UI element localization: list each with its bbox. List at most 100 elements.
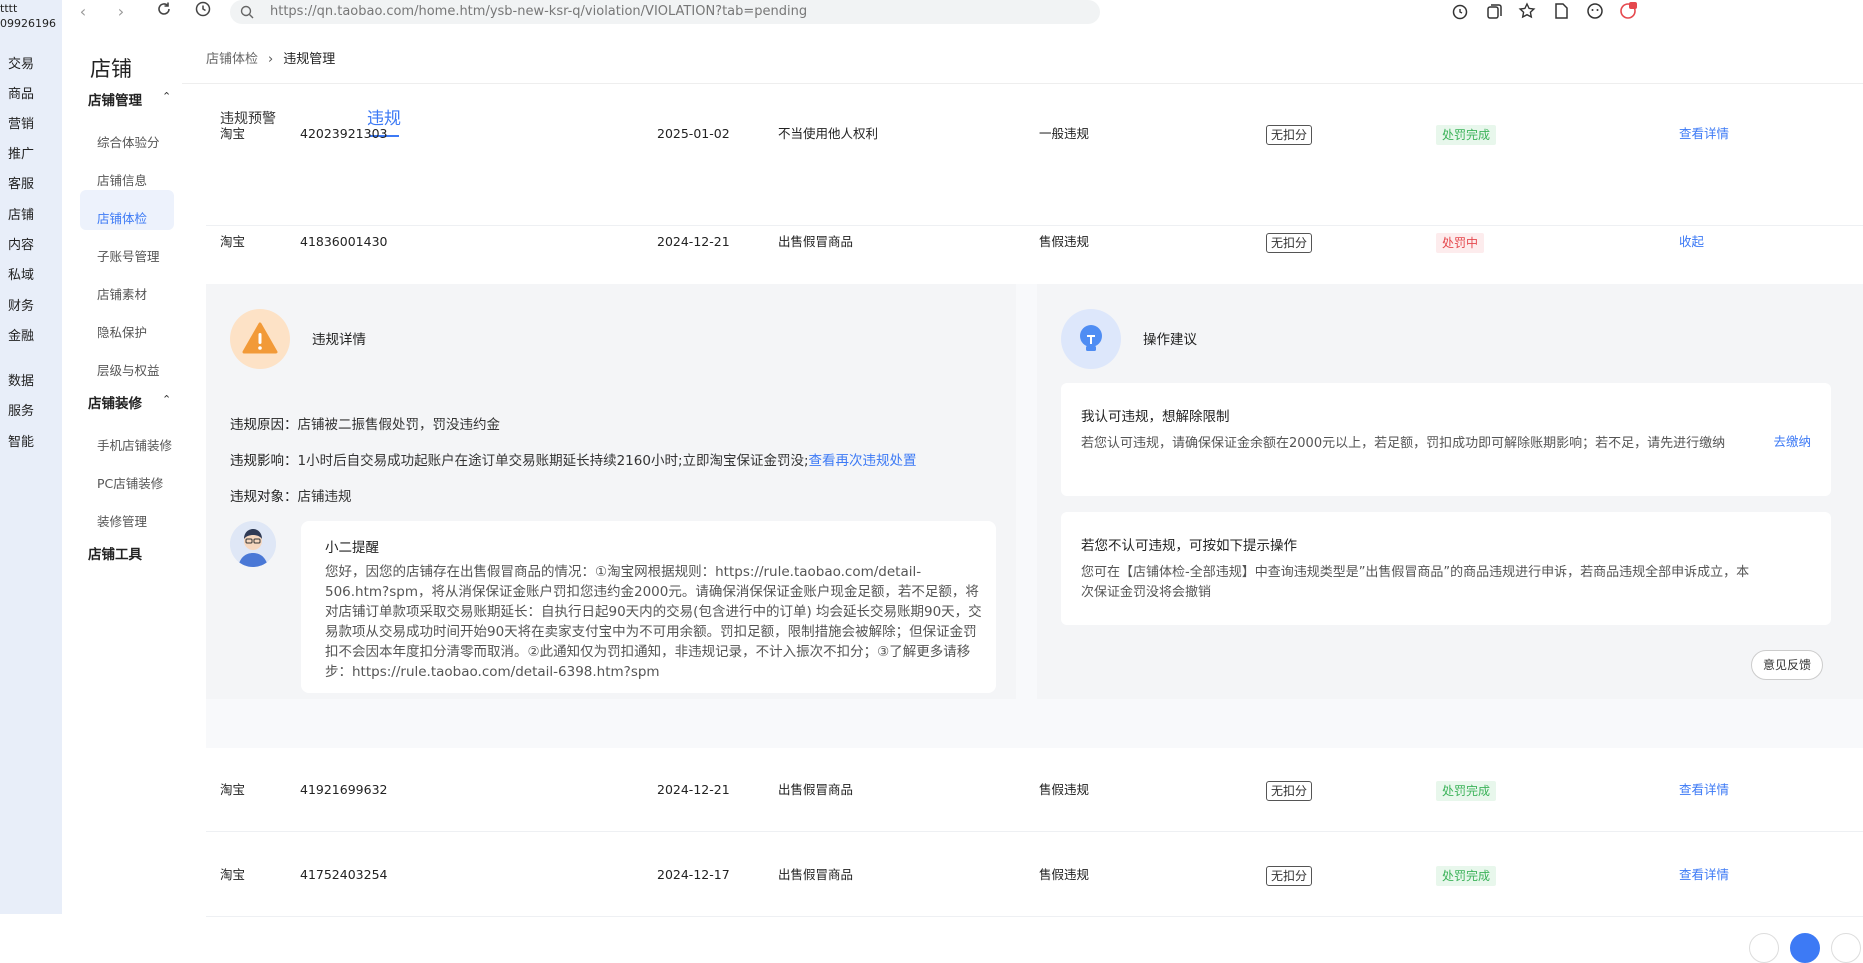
- reload-icon[interactable]: [153, 1, 175, 23]
- rail-item[interactable]: 店铺: [8, 204, 34, 223]
- deduct-badge: 无扣分: [1266, 124, 1313, 145]
- main-content: 店铺体检 › 违规管理 违规预警 违规 淘宝 42023921303 2025-01…: [182, 28, 1863, 963]
- cell-type: 售假违规: [1039, 234, 1090, 249]
- sidebar-item[interactable]: 装修管理: [97, 511, 147, 530]
- breadcrumb-separator: ›: [268, 52, 274, 67]
- rail-item[interactable]: 交易: [8, 53, 34, 72]
- cell-date: 2024-12-21: [657, 782, 730, 797]
- history-icon[interactable]: [192, 1, 214, 23]
- cell-id: 41921699632: [300, 782, 388, 797]
- assistant-reminder-card: 小二提醒 您好，因您的店铺存在出售假冒商品的情况：①淘宝网根据规则：https:…: [301, 521, 996, 693]
- deduct-badge: 无扣分: [1266, 780, 1313, 801]
- lightbulb-icon: [1061, 309, 1121, 369]
- breadcrumb: 店铺体检 › 违规管理: [206, 48, 335, 67]
- status-badge: 处罚完成: [1436, 124, 1497, 145]
- violation-reason: 违规原因：店铺被二振售假处罚，罚没违约金: [230, 413, 500, 433]
- cell-type: 售假违规: [1039, 782, 1090, 797]
- pay-deposit-link[interactable]: 去缴纳: [1773, 431, 1811, 450]
- rail-item[interactable]: 智能: [8, 431, 34, 450]
- view-detail-link[interactable]: 查看详情: [1679, 833, 1729, 917]
- cell-platform: 淘宝: [220, 782, 246, 797]
- deduct-badge: 无扣分: [1266, 232, 1313, 253]
- user-id-line2: 09926196: [0, 17, 56, 30]
- suggestion-card-appeal: 若您不认可违规，可按如下提示操作 您可在【店铺体检-全部违规】中查询违规类型是”…: [1061, 512, 1831, 625]
- feedback-button[interactable]: 意见反馈: [1751, 650, 1823, 680]
- group-store-tools[interactable]: 店铺工具: [88, 543, 142, 563]
- view-detail-link[interactable]: 查看详情: [1679, 748, 1729, 832]
- reason-label: 违规原因：: [230, 417, 298, 433]
- view-repeat-violation-link[interactable]: 查看再次违规处置: [809, 453, 917, 469]
- status-badge: 处罚中: [1436, 232, 1485, 253]
- tabs-icon[interactable]: [1484, 1, 1506, 23]
- rail-item[interactable]: 私域: [8, 264, 34, 283]
- user-id-line1: tttt: [0, 2, 18, 15]
- sidebar-item[interactable]: 隐私保护: [97, 322, 147, 341]
- cell-id: 42023921303: [300, 126, 388, 141]
- rail-item[interactable]: 客服: [8, 173, 34, 192]
- collapse-link[interactable]: 收起: [1679, 200, 1704, 284]
- sidebar-item[interactable]: 店铺体检: [97, 208, 147, 227]
- assistant-avatar: [230, 521, 276, 567]
- rail-item[interactable]: 金融: [8, 325, 34, 344]
- back-icon[interactable]: ‹: [72, 1, 94, 23]
- violation-detail-section: 违规详情 违规原因：店铺被二振售假处罚，罚没违约金 违规影响：1小时后自交易成功…: [206, 284, 1016, 699]
- sidebar-item[interactable]: 层级与权益: [97, 360, 160, 379]
- pagination-current[interactable]: [1790, 933, 1820, 963]
- document-icon[interactable]: [1551, 1, 1573, 23]
- rail-item[interactable]: 服务: [8, 400, 34, 419]
- user-id[interactable]: tttt 09926196: [0, 1, 56, 31]
- cell-reason: 不当使用他人权利: [778, 126, 879, 141]
- breadcrumb-parent[interactable]: 店铺体检: [206, 52, 258, 67]
- sidebar-item[interactable]: PC店铺装修: [97, 473, 163, 492]
- pagination-prev[interactable]: [1749, 933, 1779, 963]
- cell-type: 一般违规: [1039, 126, 1090, 141]
- sidebar-item[interactable]: 子账号管理: [97, 246, 160, 265]
- star-icon[interactable]: [1517, 1, 1539, 23]
- target-value: 店铺违规: [297, 489, 352, 505]
- cell-platform: 淘宝: [220, 126, 246, 141]
- rail-item[interactable]: 推广: [8, 143, 34, 162]
- sidebar-item[interactable]: 综合体验分: [97, 132, 160, 151]
- target-label: 违规对象：: [230, 489, 298, 505]
- cell-reason: 出售假冒商品: [778, 867, 854, 882]
- reminder-title: 小二提醒: [325, 540, 379, 556]
- sidebar-title: 店铺: [90, 57, 132, 81]
- emoji-icon[interactable]: [1585, 1, 1607, 23]
- address-bar[interactable]: https://qn.taobao.com/home.htm/ysb-new-k…: [230, 0, 1100, 24]
- cell-platform: 淘宝: [220, 867, 246, 882]
- cell-type: 售假违规: [1039, 867, 1090, 882]
- sidebar-item[interactable]: 店铺信息: [97, 170, 147, 189]
- rail-item[interactable]: 商品: [8, 83, 34, 102]
- cell-date: 2024-12-21: [657, 234, 730, 249]
- cell-date: 2024-12-17: [657, 867, 730, 882]
- rail-item[interactable]: 营销: [8, 113, 34, 132]
- chevron-up-icon[interactable]: ⌃: [162, 393, 171, 406]
- cell-date: 2025-01-02: [657, 126, 730, 141]
- forward-icon[interactable]: ›: [110, 1, 132, 23]
- cell-reason: 出售假冒商品: [778, 782, 854, 797]
- rail-item[interactable]: 数据: [8, 370, 34, 389]
- table-row: 淘宝 41752403254 2024-12-17 出售假冒商品 售假违规 无扣…: [206, 833, 1863, 917]
- cell-platform: 淘宝: [220, 234, 246, 249]
- violation-detail-panel: 违规详情 违规原因：店铺被二振售假处罚，罚没违约金 违规影响：1小时后自交易成功…: [206, 284, 1863, 748]
- rail-item[interactable]: 财务: [8, 295, 34, 314]
- sidebar-item[interactable]: 店铺素材: [97, 284, 147, 303]
- url-text: https://qn.taobao.com/home.htm/ysb-new-k…: [270, 4, 808, 19]
- breadcrumb-current: 违规管理: [283, 52, 336, 67]
- deduct-badge: 无扣分: [1266, 865, 1313, 886]
- chevron-up-icon[interactable]: ⌃: [162, 90, 171, 103]
- rail-item[interactable]: 内容: [8, 234, 34, 253]
- violation-target: 违规对象：店铺违规: [230, 485, 352, 505]
- pagination-next[interactable]: [1831, 933, 1861, 963]
- appeal-title: 若您不认可违规，可按如下提示操作: [1081, 538, 1297, 554]
- refresh-circle-icon[interactable]: [1450, 1, 1472, 23]
- table-row: 淘宝 42023921303 2025-01-02 不当使用他人权利 一般违规 …: [206, 124, 1863, 226]
- view-detail-link[interactable]: 查看详情: [1679, 113, 1729, 155]
- sidebar-item[interactable]: 手机店铺装修: [97, 435, 172, 454]
- group-store-decoration[interactable]: 店铺装修: [88, 392, 142, 412]
- reminder-body: 您好，因您的店铺存在出售假冒商品的情况：①淘宝网根据规则：https://rul…: [325, 564, 982, 680]
- cell-id: 41836001430: [300, 234, 388, 249]
- reason-value: 店铺被二振售假处罚，罚没违约金: [297, 417, 501, 433]
- profile-badge-icon[interactable]: [1618, 1, 1640, 23]
- group-store-management[interactable]: 店铺管理: [88, 89, 142, 109]
